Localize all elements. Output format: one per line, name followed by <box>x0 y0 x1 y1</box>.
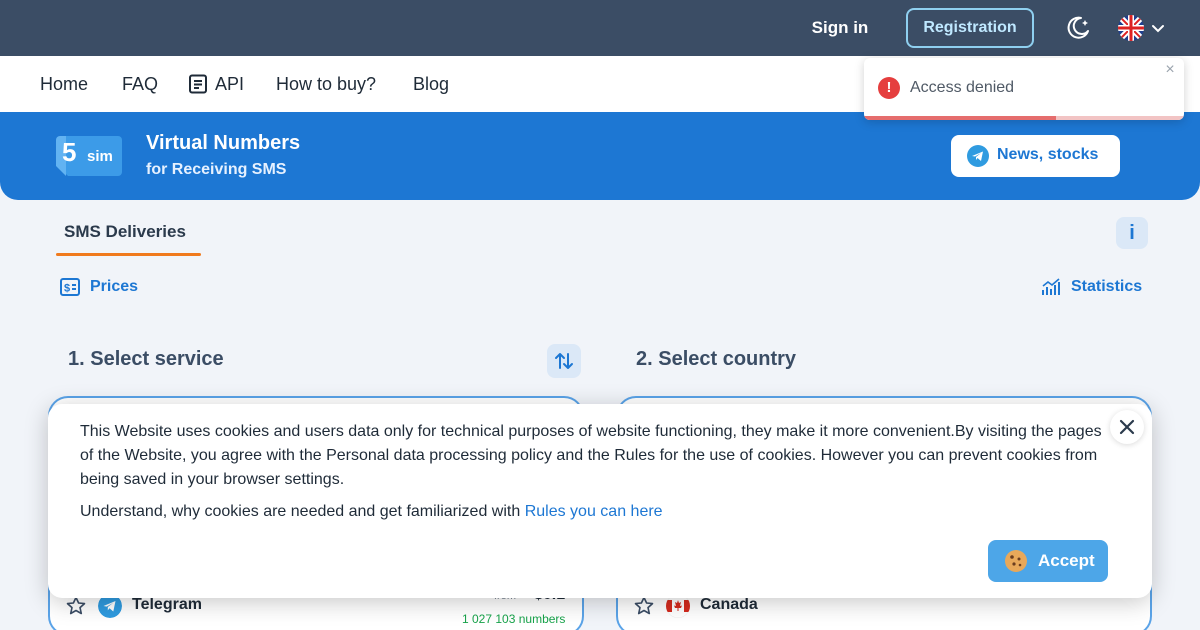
accept-label: Accept <box>1038 551 1095 570</box>
error-toast: ! Access denied × <box>864 58 1184 120</box>
select-service-heading: 1. Select service <box>68 348 224 370</box>
logo-sub: sim <box>87 148 113 165</box>
nav-home[interactable]: Home <box>40 72 88 96</box>
prices-label: Prices <box>90 278 139 295</box>
nav-faq[interactable]: FAQ <box>122 72 158 96</box>
statistics-label: Statistics <box>1071 278 1143 295</box>
nav-api[interactable]: API <box>215 72 244 96</box>
registration-button[interactable]: Registration <box>906 8 1034 48</box>
accept-cookies-button[interactable]: Accept <box>988 540 1108 582</box>
tab-sms-deliveries[interactable]: SMS Deliveries <box>64 222 186 242</box>
tab-active-underline <box>56 253 201 256</box>
uk-flag-icon[interactable] <box>1118 15 1144 41</box>
cookie-understand-text: Understand, why cookies are needed and g… <box>80 503 525 520</box>
chevron-down-icon[interactable] <box>1150 20 1166 36</box>
select-country-heading: 2. Select country <box>636 348 797 370</box>
document-icon <box>189 74 207 94</box>
svg-text:$: $ <box>64 283 70 295</box>
sign-in-button[interactable]: Sign in <box>800 14 880 42</box>
error-icon: ! <box>878 77 900 99</box>
toast-progress-bar <box>864 116 1056 120</box>
cookie-text: This Website uses cookies and users data… <box>80 423 1102 488</box>
chart-icon <box>1042 278 1060 295</box>
star-icon[interactable] <box>634 596 654 616</box>
info-button[interactable]: i <box>1116 217 1148 249</box>
country-name[interactable]: Canada <box>700 596 758 614</box>
cookie-close-button[interactable] <box>1110 410 1144 444</box>
cookie-understand: Understand, why cookies are needed and g… <box>80 500 663 524</box>
news-stocks-button[interactable]: News, stocks <box>951 135 1120 177</box>
logo-number: 5 <box>62 137 76 167</box>
news-stocks-label: News, stocks <box>997 146 1099 163</box>
cookie-icon <box>1005 550 1027 572</box>
cookie-banner: This Website uses cookies and users data… <box>48 404 1152 598</box>
5sim-logo[interactable]: 5 sim <box>56 136 122 176</box>
hero-title: Virtual Numbers <box>146 132 301 154</box>
price-tag-icon: $ <box>60 278 80 296</box>
toast-close-icon[interactable]: × <box>1162 62 1178 78</box>
toast-message: Access denied <box>910 79 1015 96</box>
service-name[interactable]: Telegram <box>132 596 202 614</box>
sort-button[interactable] <box>547 344 581 378</box>
nav-how-to-buy[interactable]: How to buy? <box>276 72 376 96</box>
hero-subtitle: for Receiving SMS <box>146 161 287 178</box>
star-icon[interactable] <box>66 596 86 616</box>
nav-blog[interactable]: Blog <box>413 72 449 96</box>
moon-icon[interactable] <box>1064 14 1092 42</box>
telegram-icon <box>967 145 989 167</box>
cookie-rules-link[interactable]: Rules you can here <box>525 503 663 520</box>
close-icon <box>1119 419 1135 435</box>
numbers-count: 1 027 103 numbers <box>462 612 566 626</box>
sort-arrows-icon <box>555 353 573 369</box>
